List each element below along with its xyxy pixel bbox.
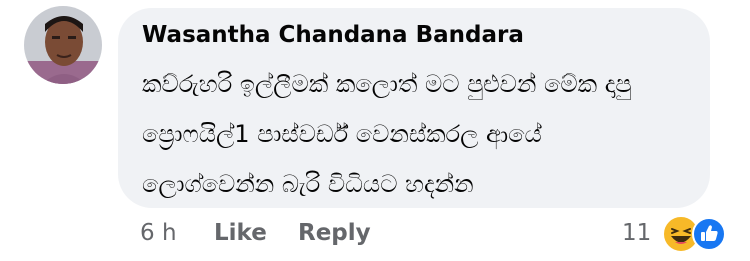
reply-button[interactable]: Reply [298,220,371,246]
avatar-image [24,6,102,84]
comment: Wasantha Chandana Bandara කව්රුහරි ඉල්ලී… [0,0,750,261]
comment-bubble: Wasantha Chandana Bandara කව්රුහරි ඉල්ලී… [118,8,710,208]
like-icon [692,217,726,251]
like-button[interactable]: Like [214,220,267,246]
comment-text-line: කව්රුහරි ඉල්ලීමක් කලොත් මට පුළුවන් මේක ද… [142,70,632,98]
reactions-summary[interactable]: 11 [622,215,734,255]
avatar[interactable] [24,6,102,84]
comment-text-line: ප්‍රොෆයිල්1 පාස්වර්ඩ් වෙනස්කරල ආයේ [142,120,542,148]
comment-timestamp[interactable]: 6 h [140,220,177,246]
comment-author-name[interactable]: Wasantha Chandana Bandara [142,22,524,48]
reaction-count: 11 [622,220,652,246]
comment-text-line: ලොග්වෙන්න බැරි විධියට හදන්න [142,170,474,198]
